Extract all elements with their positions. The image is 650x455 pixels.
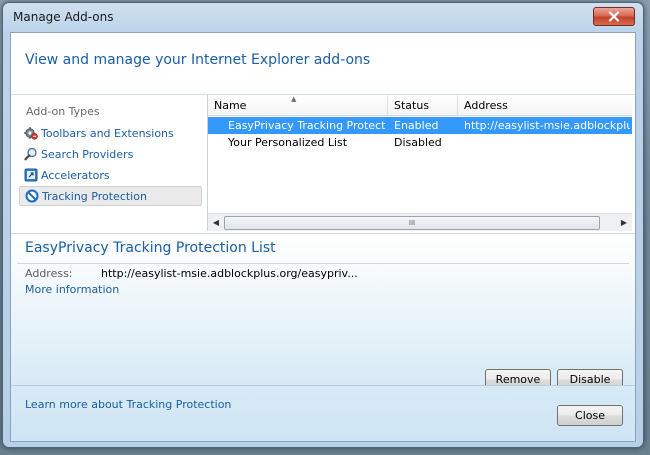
- scroll-left-icon[interactable]: ◀: [208, 214, 224, 231]
- sidebar-item-label: Accelerators: [41, 168, 110, 182]
- more-information-link[interactable]: More information: [25, 283, 119, 296]
- scroll-right-icon[interactable]: ▶: [616, 214, 632, 231]
- addons-panel: Add-on Types Toolbars and Extensions Sea…: [11, 95, 635, 233]
- learn-more-link[interactable]: Learn more about Tracking Protection: [25, 398, 231, 411]
- close-icon: [608, 11, 620, 22]
- column-header-label: Address: [464, 98, 508, 112]
- sort-ascending-icon: ▲: [291, 95, 297, 103]
- accelerator-icon: [24, 168, 38, 182]
- close-button[interactable]: Close: [557, 405, 623, 426]
- sidebar-heading: Add-on Types: [26, 105, 100, 118]
- row-address: [464, 134, 630, 151]
- row-address: http://easylist-msie.adblockplus....: [464, 119, 630, 132]
- addons-list: Name ▲ Status Address EasyPrivacy Tracki…: [207, 95, 632, 231]
- sidebar-item-tracking-protection[interactable]: Tracking Protection: [19, 186, 202, 206]
- table-row[interactable]: Your Personalized List Disabled: [208, 134, 632, 151]
- column-header-name[interactable]: Name: [208, 95, 388, 115]
- addon-types-sidebar: Add-on Types Toolbars and Extensions Sea…: [16, 95, 202, 231]
- sidebar-item-toolbars-extensions[interactable]: Toolbars and Extensions: [19, 123, 202, 143]
- header-band: View and manage your Internet Explorer a…: [11, 33, 635, 95]
- dialog-footer: Learn more about Tracking Protection Clo…: [11, 385, 635, 441]
- details-pane: EasyPrivacy Tracking Protection List Add…: [11, 233, 635, 390]
- row-name: Your Personalized List: [228, 136, 348, 149]
- scroll-thumb-grip: III: [408, 219, 416, 227]
- column-header-address[interactable]: Address: [458, 95, 632, 115]
- title-bar[interactable]: Manage Add-ons: [3, 3, 643, 31]
- address-value: http://easylist-msie.adblockplus.org/eas…: [101, 267, 358, 280]
- horizontal-scrollbar[interactable]: ◀ III ▶: [208, 213, 632, 231]
- details-title: EasyPrivacy Tracking Protection List: [25, 240, 276, 256]
- column-header-label: Name: [214, 98, 247, 112]
- sidebar-item-label: Toolbars and Extensions: [41, 126, 174, 140]
- window-title: Manage Add-ons: [13, 10, 114, 24]
- page-header: View and manage your Internet Explorer a…: [25, 52, 371, 68]
- sidebar-item-search-providers[interactable]: Search Providers: [19, 144, 202, 164]
- window-close-button[interactable]: [593, 7, 635, 26]
- scroll-thumb[interactable]: III: [224, 216, 600, 230]
- sidebar-item-label: Tracking Protection: [42, 189, 147, 203]
- row-status: Enabled: [394, 119, 439, 132]
- column-header-label: Status: [394, 98, 430, 112]
- address-label: Address:: [25, 267, 73, 280]
- dialog-client-area: View and manage your Internet Explorer a…: [10, 32, 636, 442]
- tracking-protection-icon: [25, 189, 39, 203]
- sidebar-item-label: Search Providers: [41, 147, 134, 161]
- search-icon: [24, 147, 38, 161]
- gear-icon: [24, 126, 38, 140]
- manage-addons-window: Manage Add-ons View and manage your Inte…: [2, 2, 644, 448]
- list-header: Name ▲ Status Address: [208, 95, 632, 116]
- divider: [17, 263, 629, 264]
- column-header-status[interactable]: Status: [388, 95, 458, 115]
- row-status: Disabled: [394, 136, 442, 149]
- table-row[interactable]: EasyPrivacy Tracking Protectio... Enable…: [208, 117, 632, 134]
- sidebar-item-accelerators[interactable]: Accelerators: [19, 165, 202, 185]
- row-name: EasyPrivacy Tracking Protectio...: [228, 119, 386, 132]
